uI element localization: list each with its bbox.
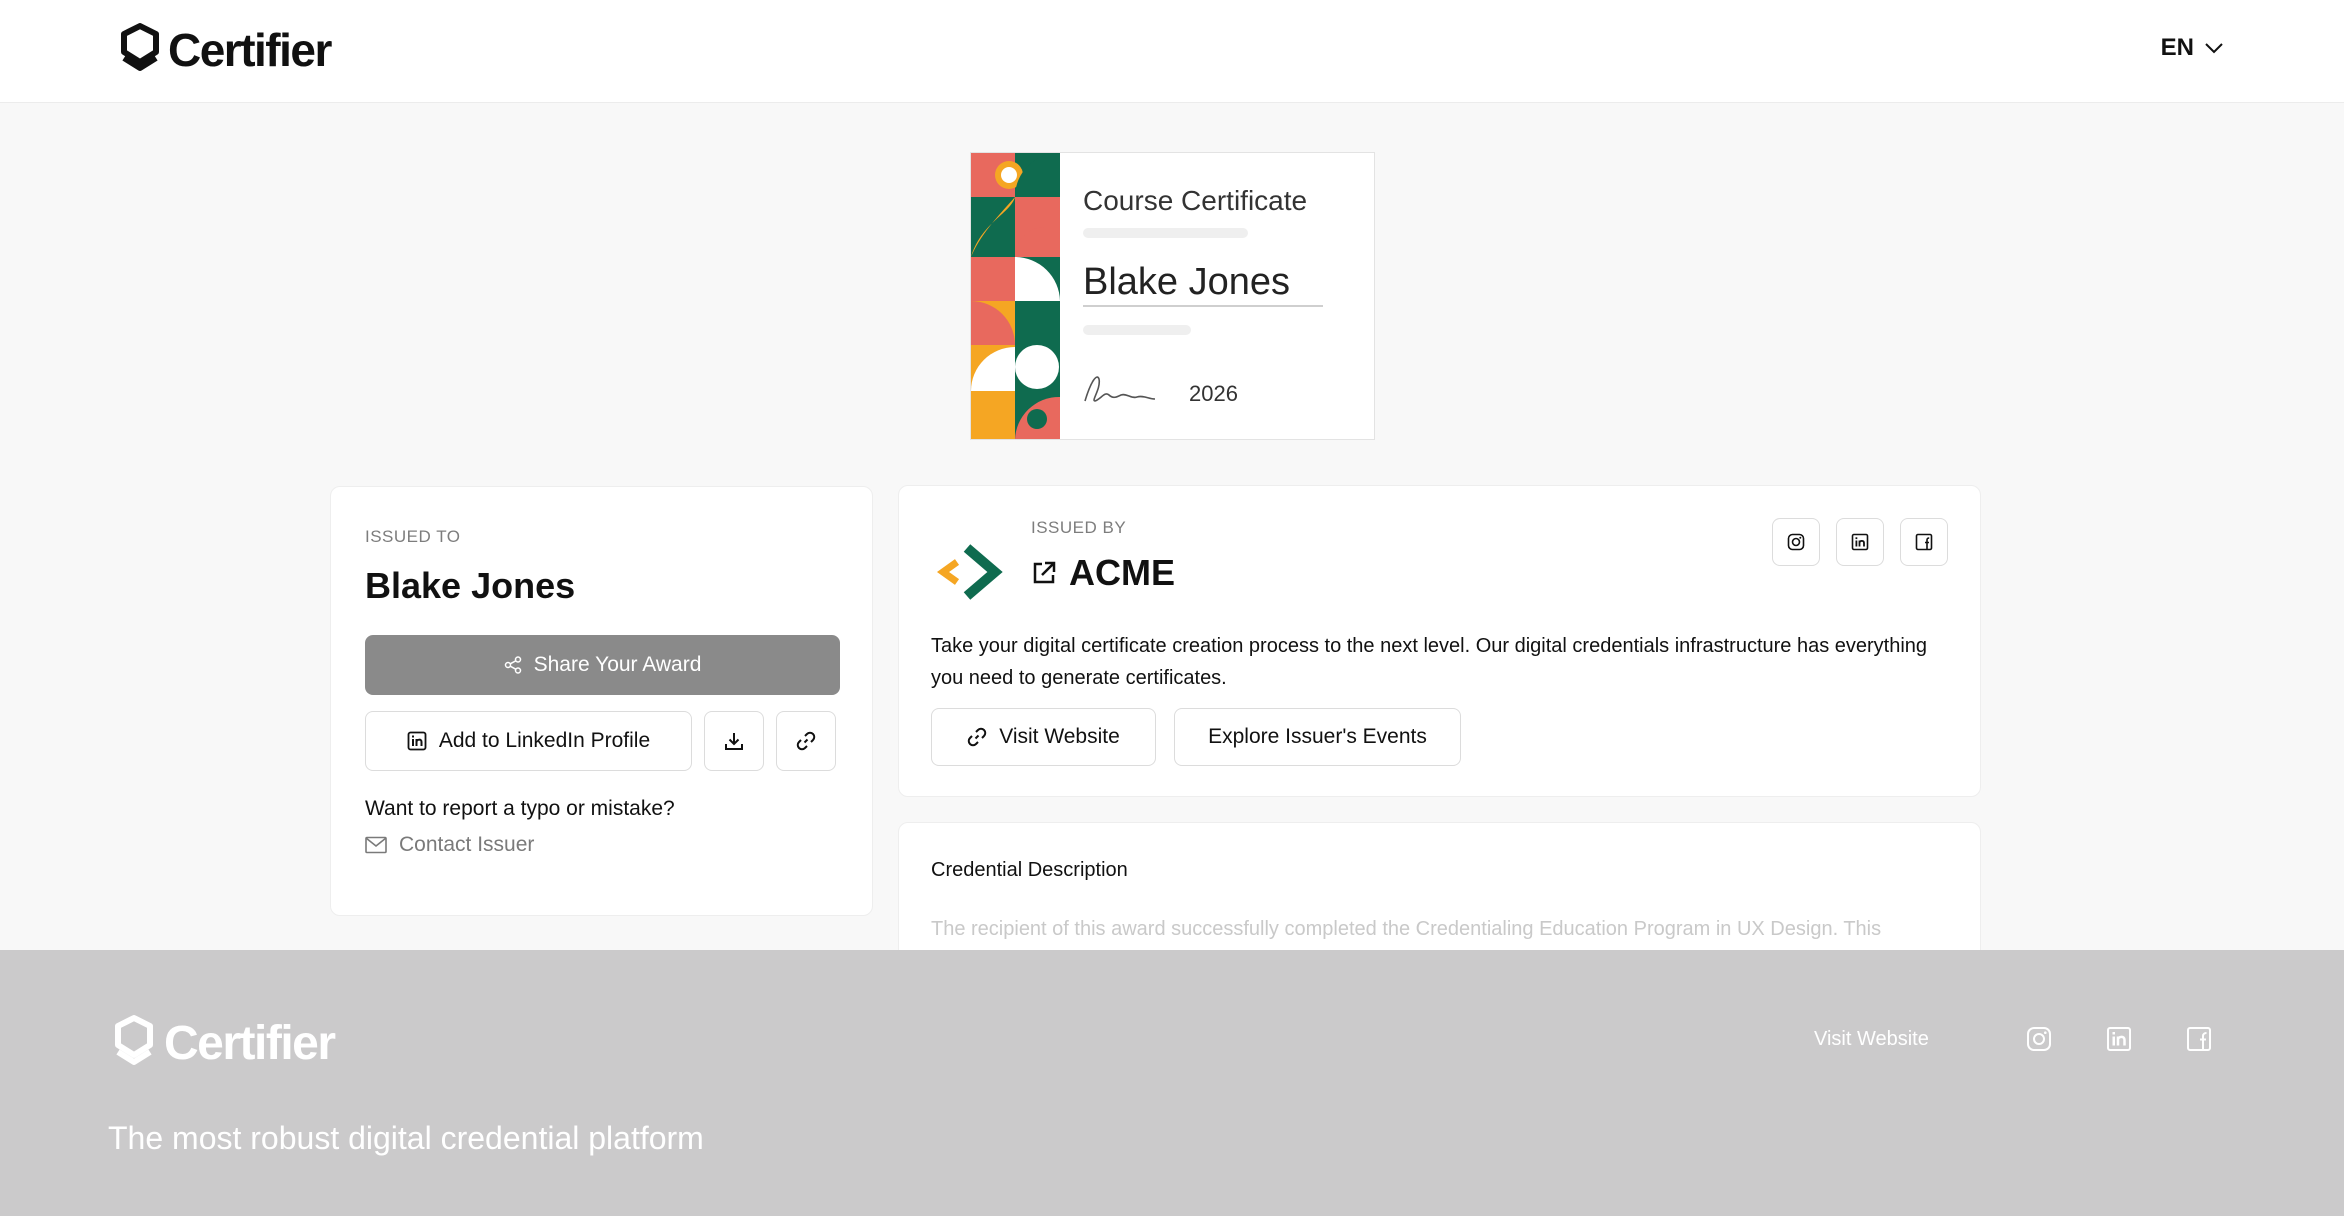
linkedin-icon	[407, 731, 427, 751]
certificate-preview[interactable]: Course Certificate Blake Jones 2026	[970, 152, 1375, 440]
add-to-linkedin-button[interactable]: Add to LinkedIn Profile	[365, 711, 692, 771]
issuer-name: ACME	[1069, 552, 1175, 593]
contact-issuer-link[interactable]: Contact Issuer	[365, 833, 838, 857]
signature-image	[1084, 376, 1156, 402]
issuer-social-links	[1772, 518, 1948, 566]
acme-logo-icon	[936, 544, 1003, 600]
linkedin-icon	[1851, 533, 1869, 551]
placeholder-bar	[1083, 228, 1248, 238]
recipient-name: Blake Jones	[365, 565, 576, 606]
footer-instagram-link[interactable]	[2026, 1026, 2052, 1052]
footer-logo[interactable]: Certifier	[112, 1014, 336, 1072]
language-label: EN	[2160, 34, 2194, 61]
contact-issuer-label: Contact Issuer	[399, 833, 535, 856]
footer-facebook-link[interactable]	[2186, 1026, 2212, 1052]
facebook-icon	[2187, 1027, 2211, 1051]
top-header: Certifier EN	[0, 0, 2344, 103]
instagram-icon	[2027, 1027, 2051, 1051]
add-to-linkedin-label: Add to LinkedIn Profile	[438, 729, 651, 752]
footer-tagline: The most robust digital credential platf…	[108, 1120, 704, 1156]
share-award-button[interactable]: Share Your Award	[365, 635, 840, 695]
issued-to-card: ISSUED TO Blake Jones Share Your Award A…	[330, 486, 873, 916]
linkedin-button[interactable]	[1836, 518, 1884, 566]
certifier-logo[interactable]: Certifier	[118, 22, 332, 78]
facebook-icon	[1915, 533, 1933, 551]
issuer-name-link[interactable]: ACME	[1031, 552, 1175, 594]
action-row: Add to LinkedIn Profile	[365, 711, 838, 771]
certificate-year: 2026	[1189, 381, 1238, 406]
certificate-recipient: Blake Jones	[1083, 261, 1291, 303]
external-link-icon	[1033, 561, 1056, 584]
chevron-down-icon	[2205, 43, 2223, 54]
divider	[1083, 305, 1323, 307]
credential-description-title: Credential Description	[931, 859, 1128, 881]
report-typo-text: Want to report a typo or mistake?	[365, 797, 675, 820]
certifier-logo-icon	[115, 1015, 153, 1065]
mail-icon	[365, 836, 387, 854]
link-icon	[796, 731, 816, 751]
visit-website-label: Visit Website	[999, 725, 1120, 748]
download-button[interactable]	[704, 711, 764, 771]
visit-website-button[interactable]: Visit Website	[931, 708, 1156, 766]
issuer-actions: Visit Website Explore Issuer's Events	[931, 708, 1948, 766]
instagram-icon	[1787, 533, 1805, 551]
explore-events-button[interactable]: Explore Issuer's Events	[1174, 708, 1461, 766]
issuer-info: ISSUED BY ACME	[1031, 518, 1175, 594]
footer-linkedin-link[interactable]	[2106, 1026, 2132, 1052]
linkedin-icon	[2107, 1027, 2131, 1051]
certificate-title: Course Certificate	[1083, 185, 1308, 216]
share-award-label: Share Your Award	[533, 653, 702, 676]
download-icon	[725, 733, 743, 750]
footer: Certifier The most robust digital creden…	[0, 950, 2344, 1216]
issued-to-label: ISSUED TO	[365, 527, 461, 546]
certificate-pattern	[971, 153, 1060, 439]
language-selector[interactable]: EN	[2161, 34, 2224, 62]
footer-social-links	[2026, 1026, 2212, 1052]
footer-visit-website-link[interactable]: Visit Website	[1814, 1028, 1929, 1051]
credential-description-text: The recipient of this award successfully…	[931, 918, 1882, 940]
placeholder-bar	[1083, 325, 1191, 335]
issued-by-card: ISSUED BY ACME Take your digital certifi…	[898, 485, 1981, 797]
brand-name: Certifier	[168, 24, 332, 76]
link-icon	[967, 727, 987, 747]
copy-link-button[interactable]	[776, 711, 836, 771]
issued-by-label: ISSUED BY	[1031, 518, 1127, 537]
certifier-logo-icon	[121, 23, 159, 71]
instagram-button[interactable]	[1772, 518, 1820, 566]
footer-brand-name: Certifier	[164, 1016, 336, 1070]
facebook-button[interactable]	[1900, 518, 1948, 566]
explore-events-label: Explore Issuer's Events	[1208, 725, 1427, 748]
issuer-description: Take your digital certificate creation p…	[931, 635, 1928, 689]
share-icon	[504, 656, 521, 674]
